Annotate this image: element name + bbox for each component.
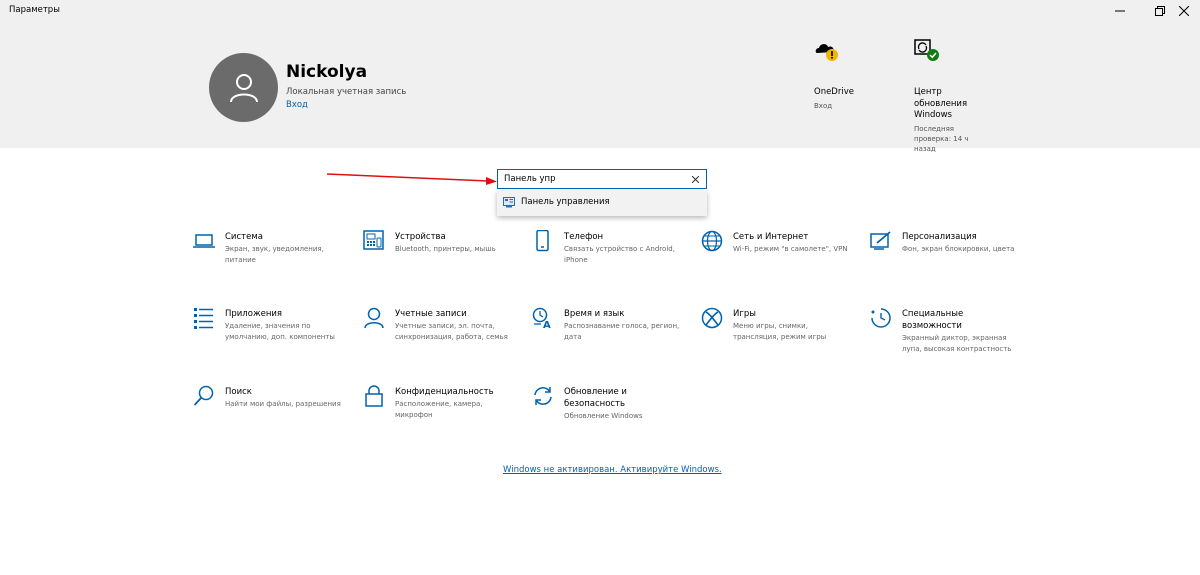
onedrive-warning-icon <box>815 44 838 61</box>
account-type: Локальная учетная запись <box>286 87 407 97</box>
time-language-icon: A <box>532 307 551 329</box>
update-sync-icon <box>534 387 552 405</box>
user-name: Nickolya <box>286 62 368 82</box>
search-suggestions: Панель управления <box>497 190 707 216</box>
category-description: Найти мои файлы, разрешения <box>225 400 341 408</box>
control-panel-icon <box>503 197 515 208</box>
search-input[interactable] <box>504 172 684 186</box>
category-title: Приложения <box>225 309 283 319</box>
category-title: Обновление и безопасность <box>564 387 627 409</box>
suggestion-control-panel[interactable]: Панель управления <box>497 190 707 216</box>
accessibility-icon <box>871 308 891 328</box>
account-header: Nickolya Локальная учетная запись Вход O… <box>0 22 1200 153</box>
window-title: Параметры <box>9 5 60 15</box>
xbox-icon <box>701 307 723 329</box>
category-description: Расположение, камера, микрофон <box>395 400 483 419</box>
settings-search-box[interactable] <box>497 169 707 189</box>
title-bar: Параметры <box>0 0 1200 22</box>
search-icon <box>193 385 214 406</box>
category-network[interactable]: Сеть и Интернет Wi-Fi, режим "в самолете… <box>701 230 861 290</box>
clear-icon <box>691 175 699 183</box>
user-icon <box>229 73 258 102</box>
category-privacy[interactable]: Конфиденциальность Расположение, камера,… <box>363 385 523 445</box>
annotation-arrow <box>326 173 497 185</box>
svg-text:A: A <box>543 320 551 329</box>
category-title: Устройства <box>395 232 446 242</box>
category-description: Распознавание голоса, регион, дата <box>564 322 680 341</box>
close-button[interactable] <box>1168 0 1200 22</box>
category-description: Обновление Windows <box>564 412 643 420</box>
category-title: Конфиденциальность <box>395 387 494 397</box>
category-description: Фон, экран блокировки, цвета <box>902 245 1015 253</box>
category-accessibility[interactable]: Специальные возможности Экранный диктор,… <box>870 307 1030 367</box>
person-icon <box>364 307 384 329</box>
category-description: Связать устройство с Android, iPhone <box>564 245 675 264</box>
minimize-icon <box>1115 10 1125 12</box>
category-personalization[interactable]: Персонализация Фон, экран блокировки, цв… <box>870 230 1030 290</box>
category-devices[interactable]: Устройства Bluetooth, принтеры, мышь <box>363 230 523 290</box>
globe-icon <box>701 230 723 252</box>
clear-search-button[interactable] <box>688 171 702 187</box>
category-phone[interactable]: Телефон Связать устройство с Android, iP… <box>532 230 692 290</box>
category-title: Поиск <box>225 387 252 397</box>
category-title: Персонализация <box>902 232 977 242</box>
category-accounts[interactable]: Учетные записи Учетные записи, эл. почта… <box>363 307 523 367</box>
category-title: Сеть и Интернет <box>733 232 809 242</box>
category-time-language[interactable]: A Время и язык Распознавание голоса, рег… <box>532 307 692 367</box>
laptop-icon <box>193 234 215 248</box>
category-title: Специальные возможности <box>902 309 964 331</box>
category-description: Экран, звук, уведомления, питание <box>225 245 324 264</box>
windows-update-title: Центр обновления Windows <box>914 87 968 120</box>
devices-icon <box>363 230 384 250</box>
category-system[interactable]: Система Экран, звук, уведомления, питани… <box>193 230 353 290</box>
lock-icon <box>365 385 383 407</box>
category-title: Телефон <box>564 232 604 242</box>
category-apps[interactable]: Приложения Удаление, значения по умолчан… <box>193 307 353 367</box>
category-description: Wi-Fi, режим "в самолете", VPN <box>733 245 848 253</box>
close-icon <box>1179 6 1189 16</box>
category-title: Игры <box>733 309 756 319</box>
sign-in-link[interactable]: Вход <box>286 100 308 110</box>
windows-update-tile[interactable]: Центр обновления Windows Последняя прове… <box>914 38 994 153</box>
category-title: Учетные записи <box>395 309 467 319</box>
category-gaming[interactable]: Игры Меню игры, снимки, трансляция, режи… <box>701 307 861 367</box>
category-description: Удаление, значения по умолчанию, доп. ко… <box>225 322 335 341</box>
category-description: Меню игры, снимки, трансляция, режим игр… <box>733 322 827 341</box>
windows-update-status: Последняя проверка: 14 ч назад <box>914 125 969 153</box>
category-title: Время и язык <box>564 309 625 319</box>
windows-update-check-icon <box>914 39 939 61</box>
restore-icon <box>1155 6 1165 16</box>
suggestion-label: Панель управления <box>521 197 610 207</box>
onedrive-tile[interactable]: OneDrive Вход <box>814 38 874 118</box>
category-title: Система <box>225 232 263 242</box>
onedrive-title: OneDrive <box>814 87 854 97</box>
onedrive-status: Вход <box>814 102 833 110</box>
avatar[interactable] <box>209 53 278 122</box>
phone-icon <box>536 230 549 252</box>
category-search[interactable]: Поиск Найти мои файлы, разрешения <box>193 385 353 445</box>
category-update-security[interactable]: Обновление и безопасность Обновление Win… <box>532 385 692 445</box>
category-description: Экранный диктор, экранная лупа, высокая … <box>902 334 1012 353</box>
activate-windows-link[interactable]: Windows не активирован. Активируйте Wind… <box>503 465 722 475</box>
category-description: Учетные записи, эл. почта, синхронизация… <box>395 322 508 341</box>
personalization-icon <box>870 231 891 250</box>
minimize-button[interactable] <box>1104 0 1136 22</box>
apps-list-icon <box>194 308 213 329</box>
category-description: Bluetooth, принтеры, мышь <box>395 245 496 253</box>
